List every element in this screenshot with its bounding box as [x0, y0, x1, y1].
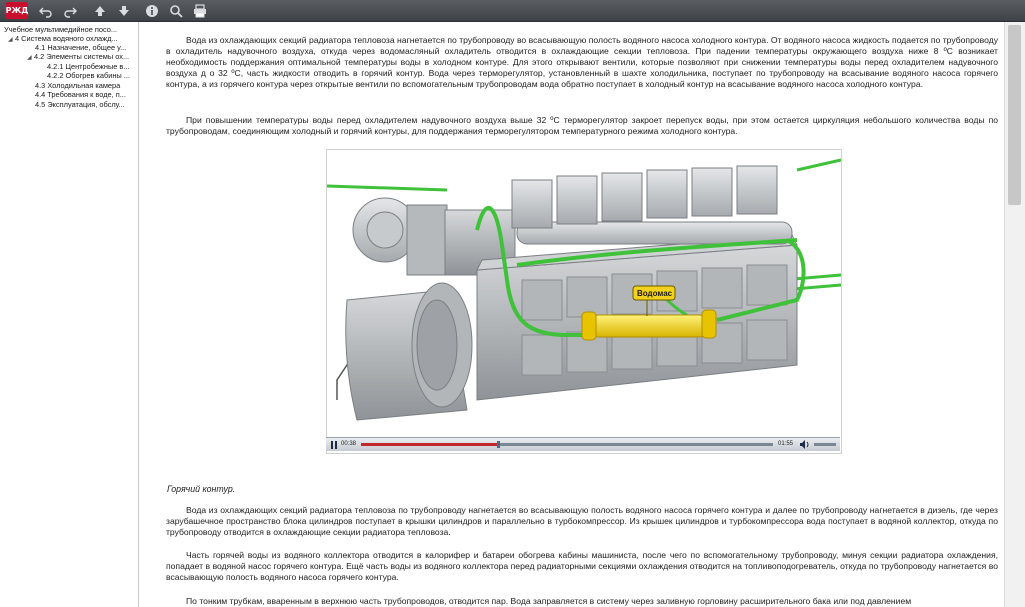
print-icon[interactable] [192, 3, 208, 19]
engine-video[interactable]: Водомас [326, 149, 842, 454]
down-arrow-icon[interactable] [116, 3, 132, 19]
redo-icon[interactable] [62, 3, 78, 19]
toc-item-4-2-2[interactable]: 4.2.2 Обогрев кабины ... [47, 71, 136, 80]
info-icon[interactable] [144, 3, 160, 19]
toc-item-4-2-1[interactable]: 4.2.1 Центробежные в... [47, 62, 136, 71]
volume-slider[interactable] [814, 443, 836, 446]
toc-item-label: Учебное мультимедийное посо... [4, 25, 118, 34]
rzd-logo: РЖД [6, 2, 28, 19]
search-icon[interactable] [168, 3, 184, 19]
toc-item-label: 4 Система водяного охлажд... [15, 34, 118, 43]
expand-arrow-icon[interactable]: ◢ [27, 54, 34, 63]
toc-item-label: 4.5 Эксплуатация, обслу... [35, 100, 125, 109]
paragraph-thermostat: При повышении температуры воды перед охл… [166, 115, 998, 136]
expand-arrow-icon[interactable]: ◢ [8, 36, 15, 45]
paragraph-steam: По тонким трубкам, вваренным в верхнюю ч… [186, 596, 912, 606]
paragraph-heater: Часть горячей воды из водяного коллектор… [166, 550, 998, 582]
seek-bar[interactable] [361, 441, 773, 448]
toc-item-4-1[interactable]: 4.1 Назначение, общее у... [35, 43, 136, 52]
seek-handle[interactable] [496, 441, 500, 448]
paragraph-cold-circuit: Вода из охлаждающих секций радиатора теп… [166, 35, 998, 89]
scrollbar-thumb[interactable] [1008, 25, 1021, 205]
toc-item-label: 4.2.2 Обогрев кабины ... [47, 71, 130, 80]
toc-item-4-4[interactable]: 4.4 Требования к воде, п... [35, 90, 136, 99]
toc-item-label: 4.1 Назначение, общее у... [35, 43, 127, 52]
content-pane: Вода из охлаждающих секций радиатора теп… [139, 22, 1025, 607]
undo-icon[interactable] [38, 3, 54, 19]
engine-illustration: Водомас [327, 158, 841, 421]
toc-item-label: 4.2.1 Центробежные в... [47, 62, 130, 71]
time-total: 01:55 [778, 441, 794, 447]
time-current: 00:38 [341, 441, 357, 447]
vertical-scrollbar[interactable] [1004, 22, 1025, 607]
toc-item-4-3[interactable]: 4.3 Холодильная камера [35, 81, 136, 90]
toc-item-label: 4.4 Требования к воде, п... [35, 90, 126, 99]
volume-icon[interactable] [800, 440, 810, 451]
video-controls: 00:38 01:55 [326, 437, 840, 451]
toc-item-label: 4.3 Холодильная камера [35, 81, 121, 90]
table-of-contents: Учебное мультимедийное посо... ◢ 4 Систем… [0, 22, 139, 607]
paragraph-hot-circuit: Вода из охлаждающих секций радиатора теп… [166, 505, 998, 537]
toc-item-root[interactable]: Учебное мультимедийное посо... [4, 25, 136, 34]
toc-item-4-5[interactable]: 4.5 Эксплуатация, обслу... [35, 100, 136, 109]
seek-bar-progress [361, 443, 497, 446]
cooler-callout-label: Водомас [637, 289, 673, 298]
pause-icon[interactable] [330, 441, 338, 451]
toc-item-label: 4.2 Элементы системы ох... [34, 52, 130, 61]
toolbar: РЖД [0, 0, 1025, 22]
section-heading-hot-circuit: Горячий контур. [167, 484, 236, 494]
up-arrow-icon[interactable] [92, 3, 108, 19]
